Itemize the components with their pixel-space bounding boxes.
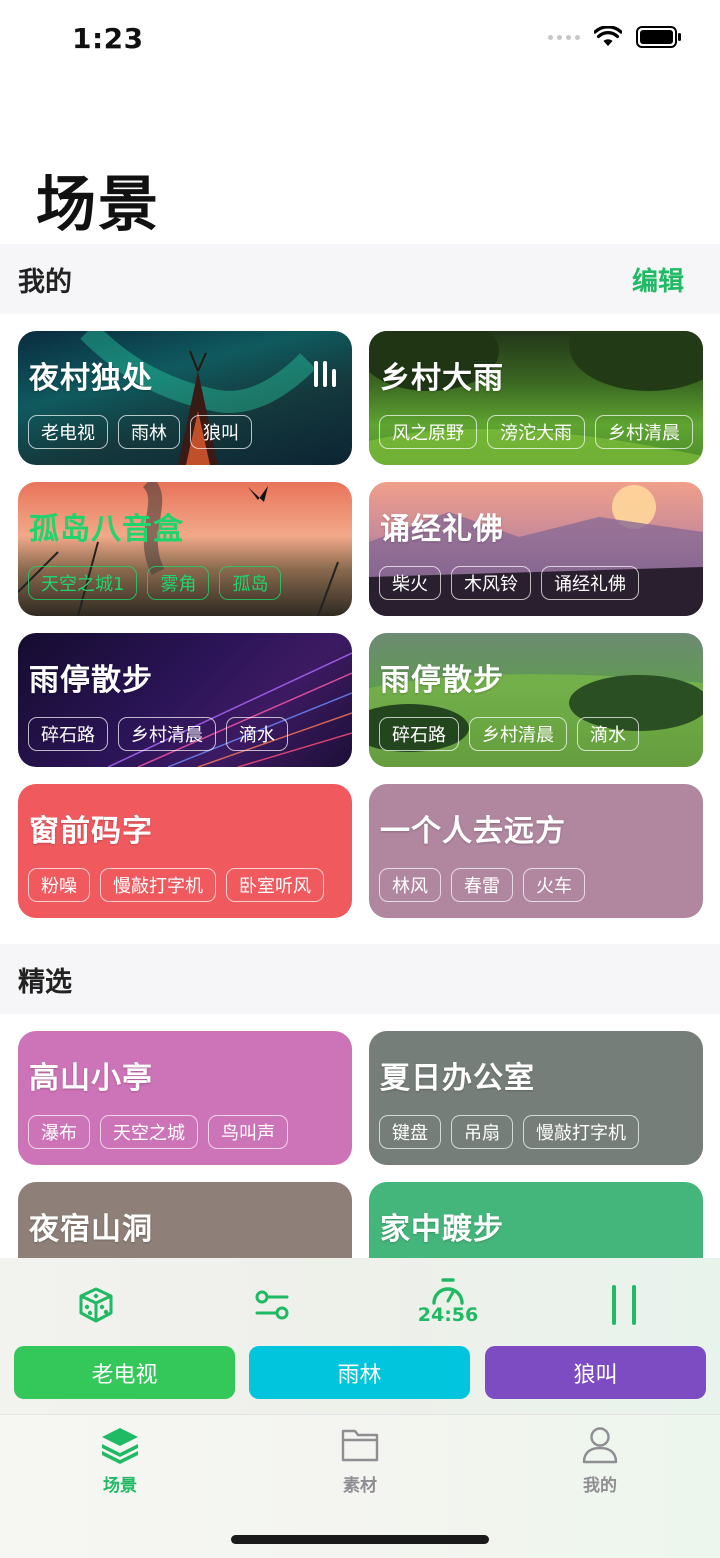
- card-title: 夜村独处: [29, 361, 153, 396]
- card-tag: 木风铃: [451, 566, 531, 600]
- card-title: 诵经礼佛: [380, 512, 504, 547]
- card-title: 窗前码字: [29, 814, 153, 849]
- card-tags: 林风 春雷 火车: [379, 868, 585, 902]
- card-title: 夜宿山洞: [29, 1212, 153, 1247]
- card-tags: 天空之城1 雾角 孤岛: [28, 566, 282, 600]
- card-tags: 碎石路 乡村清晨 滴水: [379, 717, 639, 751]
- card-title: 夏日办公室: [380, 1061, 535, 1096]
- tab-materials[interactable]: 素材: [300, 1425, 420, 1505]
- scene-card-summer-office[interactable]: 夏日办公室 键盘 吊扇 慢敲打字机: [369, 1031, 703, 1165]
- sound-chip-rainforest[interactable]: 雨林: [249, 1346, 470, 1399]
- card-tag: 火车: [523, 868, 585, 902]
- scene-card-walk-after-rain-1[interactable]: 雨停散步 碎石路 乡村清晨 滴水: [18, 633, 352, 767]
- card-tag: 狼叫: [190, 415, 252, 449]
- sliders-icon[interactable]: [242, 1280, 302, 1330]
- my-section-header: 我的 编辑: [0, 244, 720, 314]
- card-tag: 碎石路: [379, 717, 459, 751]
- card-tag: 碎石路: [28, 717, 108, 751]
- card-tag: 滂沱大雨: [487, 415, 585, 449]
- player-panel: 24:56 老电视 雨林 狼叫: [0, 1258, 720, 1414]
- now-playing-icon: [314, 359, 336, 387]
- card-tag: 滴水: [577, 717, 639, 751]
- card-title: 雨停散步: [29, 663, 153, 698]
- card-tag: 老电视: [28, 415, 108, 449]
- tab-mine[interactable]: 我的: [540, 1425, 660, 1505]
- featured-section-title: 精选: [18, 966, 72, 998]
- timer-icon[interactable]: [418, 1276, 478, 1306]
- card-title: 孤岛八音盒: [29, 512, 184, 547]
- home-indicator[interactable]: [231, 1535, 489, 1544]
- card-tag: 卧室听风: [226, 868, 324, 902]
- card-title: 家中踱步: [380, 1212, 504, 1247]
- card-title: 高山小亭: [29, 1061, 153, 1096]
- card-tag: 乡村清晨: [595, 415, 693, 449]
- card-tag: 吊扇: [451, 1115, 513, 1149]
- scene-card-island-musicbox[interactable]: 孤岛八音盒 天空之城1 雾角 孤岛: [18, 482, 352, 616]
- scene-card-mountain-pavilion[interactable]: 高山小亭 瀑布 天空之城 鸟叫声: [18, 1031, 352, 1165]
- sound-chip-wolf-howl[interactable]: 狼叫: [485, 1346, 706, 1399]
- scene-card-village-rain[interactable]: 乡村大雨 风之原野 滂沱大雨 乡村清晨: [369, 331, 703, 465]
- card-title: 一个人去远方: [380, 814, 566, 849]
- tab-label: 素材: [343, 1476, 377, 1496]
- card-tag: 雨林: [118, 415, 180, 449]
- card-tags: 老电视 雨林 狼叫: [28, 415, 252, 449]
- tab-label: 我的: [583, 1476, 617, 1496]
- scene-card-chanting[interactable]: 诵经礼佛 柴火 木风铃 诵经礼佛: [369, 482, 703, 616]
- page-title: 场景: [36, 170, 160, 240]
- battery-icon: [636, 26, 681, 48]
- status-bar: 1:23: [0, 0, 720, 80]
- card-tag: 春雷: [451, 868, 513, 902]
- card-tag: 慢敲打字机: [523, 1115, 639, 1149]
- scene-card-typing-by-window[interactable]: 窗前码字 粉噪 慢敲打字机 卧室听风: [18, 784, 352, 918]
- card-tag: 乡村清晨: [469, 717, 567, 751]
- status-icons: [548, 26, 682, 48]
- card-tag: 诵经礼佛: [541, 566, 639, 600]
- timer-remaining: 24:56: [417, 1304, 479, 1326]
- pause-icon[interactable]: [594, 1280, 654, 1330]
- card-tag: 雾角: [147, 566, 210, 600]
- scene-card-travel-alone[interactable]: 一个人去远方 林风 春雷 火车: [369, 784, 703, 918]
- card-tags: 碎石路 乡村清晨 滴水: [28, 717, 288, 751]
- card-tags: 柴火 木风铃 诵经礼佛: [379, 566, 639, 600]
- wifi-icon: [594, 26, 622, 46]
- card-tags: 粉噪 慢敲打字机 卧室听风: [28, 868, 324, 902]
- card-title: 雨停散步: [380, 663, 504, 698]
- card-tag: 天空之城: [100, 1115, 198, 1149]
- card-tag: 键盘: [379, 1115, 441, 1149]
- signal-icon: [548, 34, 580, 40]
- tab-bar: 场景 素材 我的: [0, 1414, 720, 1558]
- sound-chip-old-tv[interactable]: 老电视: [14, 1346, 235, 1399]
- status-time: 1:23: [72, 22, 144, 55]
- layers-icon: [102, 1428, 138, 1464]
- card-tags: 瀑布 天空之城 鸟叫声: [28, 1115, 288, 1149]
- card-tag: 粉噪: [28, 868, 90, 902]
- card-tag: 林风: [379, 868, 441, 902]
- card-tag: 柴火: [379, 566, 441, 600]
- scene-card-walk-after-rain-2[interactable]: 雨停散步 碎石路 乡村清晨 滴水: [369, 633, 703, 767]
- scene-card-night-village[interactable]: 夜村独处 老电视 雨林 狼叫: [18, 331, 352, 465]
- card-tag: 滴水: [226, 717, 288, 751]
- edit-button[interactable]: 编辑: [632, 261, 684, 298]
- card-tags: 风之原野 滂沱大雨 乡村清晨: [379, 415, 693, 449]
- card-tag: 风之原野: [379, 415, 477, 449]
- card-tag: 乡村清晨: [118, 717, 216, 751]
- tab-scenes[interactable]: 场景: [60, 1425, 180, 1505]
- card-tag: 天空之城1: [28, 566, 138, 600]
- card-tag: 鸟叫声: [208, 1115, 288, 1149]
- card-tag: 慢敲打字机: [100, 868, 216, 902]
- my-section-title: 我的: [18, 266, 72, 298]
- card-tag: 孤岛: [219, 566, 282, 600]
- card-title: 乡村大雨: [380, 361, 504, 396]
- card-tag: 瀑布: [28, 1115, 90, 1149]
- featured-section-header: 精选: [0, 944, 720, 1014]
- folder-icon: [341, 1429, 379, 1462]
- person-icon: [582, 1427, 618, 1464]
- dice-icon[interactable]: [66, 1280, 126, 1330]
- tab-label: 场景: [103, 1476, 137, 1496]
- card-tags: 键盘 吊扇 慢敲打字机: [379, 1115, 639, 1149]
